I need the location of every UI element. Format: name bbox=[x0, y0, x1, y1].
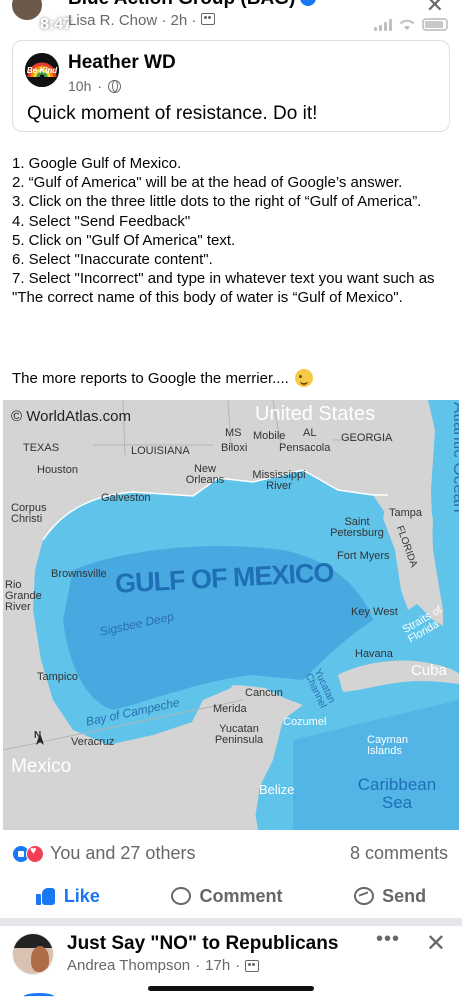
label-cancun: Cancun bbox=[245, 687, 283, 699]
instruction-line: 7. Select "Incorrect" and type in whatev… bbox=[12, 270, 435, 307]
label-al: AL bbox=[303, 427, 317, 439]
group-audience-icon bbox=[200, 13, 215, 25]
verified-badge-icon bbox=[300, 0, 316, 6]
next-post-author[interactable]: Andrea Thompson bbox=[67, 957, 190, 974]
instruction-line: 2. “Gulf of America" will be at the head… bbox=[12, 174, 403, 192]
label-pensacola: Pensacola bbox=[279, 442, 331, 454]
comment-button[interactable]: Comment bbox=[171, 885, 283, 907]
feed-top-bar: Blue Action Group (BAG) 8:47 Lisa R. Cho… bbox=[0, 0, 462, 44]
label-caribbean-sea: Caribbean Sea bbox=[357, 775, 437, 812]
label-mexico: Mexico bbox=[11, 756, 72, 777]
label-tampa: Tampa bbox=[389, 507, 423, 519]
post-body: 1. Google Gulf of Mexico. 2. “Gulf of Am… bbox=[12, 154, 452, 308]
label-mississippi-river: Mississippi River bbox=[252, 469, 306, 492]
label-atlantic: Atlantic Ocean bbox=[450, 402, 459, 513]
separator-dot: · bbox=[191, 12, 201, 29]
thumbs-up-icon bbox=[35, 886, 56, 906]
label-ms: MS bbox=[225, 427, 242, 439]
label-united-states: United States bbox=[255, 403, 376, 425]
label-galveston: Galveston bbox=[101, 492, 151, 504]
send-button[interactable]: Send bbox=[354, 886, 426, 907]
next-group-avatar[interactable] bbox=[12, 933, 54, 975]
post-author[interactable]: Lisa R. Chow bbox=[68, 12, 157, 29]
signal-icon bbox=[374, 18, 392, 31]
love-reaction-icon bbox=[26, 844, 44, 863]
shared-post-time: 10h bbox=[68, 78, 92, 94]
separator-dot: · bbox=[235, 957, 241, 974]
label-key-west: Key West bbox=[351, 606, 398, 618]
battery-icon bbox=[422, 18, 448, 31]
label-merida: Merida bbox=[213, 703, 247, 715]
label-saint-petersburg: Saint Petersburg bbox=[330, 516, 384, 539]
map-credit: © WorldAtlas.com bbox=[11, 408, 131, 425]
reaction-count: You and 27 others bbox=[50, 843, 196, 863]
send-label: Send bbox=[382, 885, 427, 906]
label-fort-myers: Fort Myers bbox=[337, 550, 390, 562]
post-divider bbox=[0, 918, 462, 926]
messenger-icon bbox=[354, 887, 375, 905]
instruction-line: 5. Click on "Gulf Of America" text. bbox=[12, 231, 236, 249]
instruction-line: 3. Click on the three little dots to the… bbox=[12, 193, 422, 211]
home-indicator[interactable] bbox=[148, 986, 314, 991]
wifi-icon bbox=[399, 19, 415, 30]
label-belize: Belize bbox=[259, 782, 295, 797]
reaction-summary[interactable]: You and 27 others bbox=[12, 843, 195, 864]
gulf-of-mexico-map[interactable]: © WorldAtlas.com United States Atlantic … bbox=[3, 400, 459, 830]
post-closing: The more reports to Google the merrier..… bbox=[12, 369, 313, 387]
label-tampico: Tampico bbox=[37, 671, 78, 683]
close-icon[interactable]: ✕ bbox=[426, 0, 444, 18]
shared-author-avatar[interactable]: Be Kind bbox=[25, 53, 59, 87]
separator-dot: · bbox=[195, 957, 201, 974]
shared-author-name[interactable]: Heather WD bbox=[68, 52, 176, 74]
post-author-line: Lisa R. Chow · 2h · bbox=[68, 12, 215, 29]
instruction-line: 4. Select "Send Feedback" bbox=[12, 212, 191, 230]
label-havana: Havana bbox=[355, 648, 393, 660]
label-new-orleans: New Orleans bbox=[185, 463, 225, 486]
label-brownsville: Brownsville bbox=[51, 568, 107, 580]
label-veracruz: Veracruz bbox=[71, 736, 115, 748]
group-avatar[interactable] bbox=[10, 0, 44, 22]
next-post-meta: Andrea Thompson · 17h · bbox=[67, 957, 260, 974]
label-georgia: GEORGIA bbox=[341, 432, 393, 444]
next-group-name[interactable]: Just Say "NO" to Republicans bbox=[67, 933, 338, 955]
label-louisiana: LOUISIANA bbox=[131, 445, 190, 457]
next-post-peek bbox=[24, 993, 54, 1000]
separator-dot: · bbox=[97, 78, 103, 94]
label-rio-grande: Rio Grande River bbox=[5, 579, 42, 613]
status-icons bbox=[374, 18, 448, 31]
like-label: Like bbox=[63, 885, 100, 906]
like-button[interactable]: Like bbox=[35, 885, 100, 907]
comments-count[interactable]: 8 comments bbox=[350, 843, 448, 864]
label-cayman-islands: Cayman Islands bbox=[367, 734, 408, 757]
closing-text: The more reports to Google the merrier..… bbox=[12, 369, 289, 387]
comment-icon bbox=[171, 887, 192, 905]
group-name[interactable]: Blue Action Group (BAG) bbox=[68, 0, 295, 10]
label-houston: Houston bbox=[37, 464, 78, 476]
post-time: 2h bbox=[170, 12, 188, 29]
shared-post-text: Quick moment of resistance. Do it! bbox=[27, 103, 318, 124]
instruction-line: 6. Select "Inaccurate content". bbox=[12, 251, 213, 269]
label-yucatan-peninsula: Yucatan Peninsula bbox=[214, 723, 264, 746]
globe-icon bbox=[108, 79, 122, 93]
label-cuba: Cuba bbox=[411, 662, 447, 679]
instruction-line: 1. Google Gulf of Mexico. bbox=[12, 155, 182, 172]
wink-emoji-icon bbox=[294, 369, 313, 387]
compass-north: N bbox=[34, 730, 42, 741]
more-options-icon[interactable]: ••• bbox=[376, 928, 400, 951]
group-audience-icon bbox=[245, 959, 260, 972]
shared-post-meta: 10h · bbox=[68, 78, 122, 94]
post-actions: Like Comment Send bbox=[0, 876, 462, 916]
next-post-time: 17h bbox=[205, 957, 231, 974]
shared-post-card[interactable]: Be Kind Heather WD 10h · Quick moment of… bbox=[12, 40, 450, 132]
comment-label: Comment bbox=[199, 885, 283, 906]
separator-dot: · bbox=[161, 12, 171, 29]
label-mobile: Mobile bbox=[253, 430, 286, 442]
label-cozumel: Cozumel bbox=[283, 716, 327, 728]
label-biloxi: Biloxi bbox=[221, 442, 248, 454]
label-texas: TEXAS bbox=[23, 442, 60, 454]
avatar-badge-text: Be Kind bbox=[26, 66, 58, 75]
label-corpus-christi: Corpus Christi bbox=[11, 502, 47, 525]
close-icon[interactable]: ✕ bbox=[426, 929, 446, 958]
